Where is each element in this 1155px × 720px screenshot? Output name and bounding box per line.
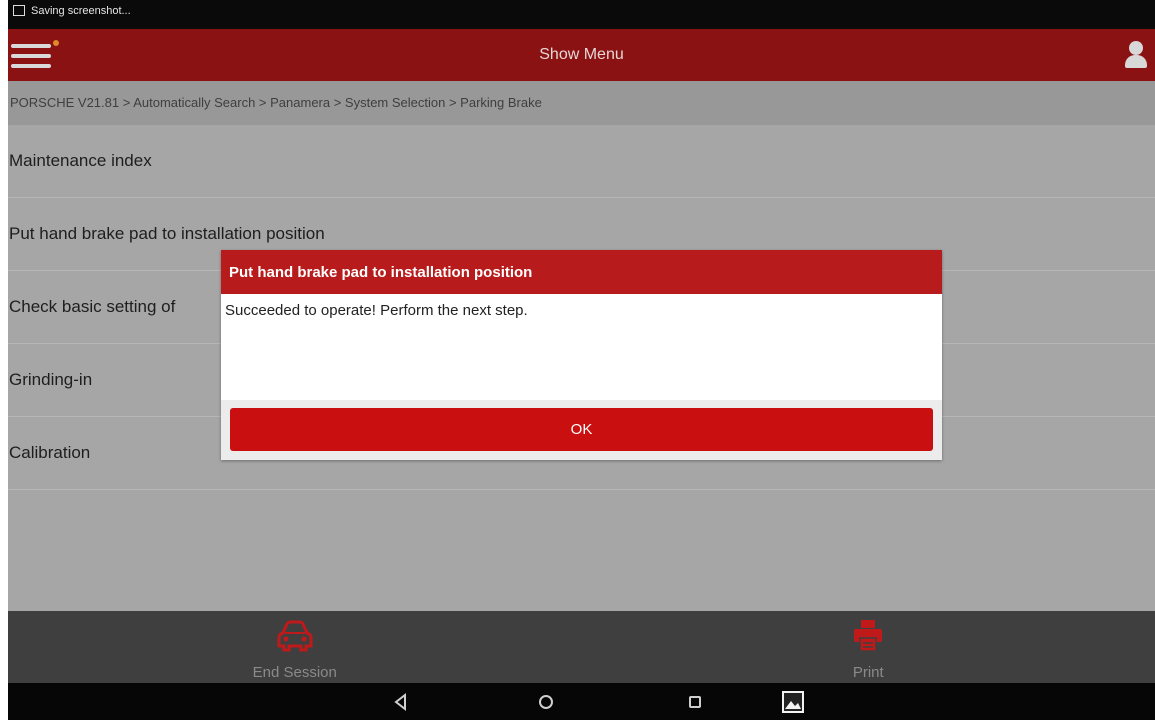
end-session-button[interactable]: End Session bbox=[8, 611, 582, 683]
screenshot-notification-icon bbox=[13, 5, 25, 16]
ok-button[interactable]: OK bbox=[230, 408, 933, 451]
status-bar: Saving screenshot... bbox=[8, 0, 1155, 29]
dialog-title: Put hand brake pad to installation posit… bbox=[221, 250, 942, 294]
printer-icon bbox=[854, 620, 883, 652]
car-icon bbox=[277, 620, 313, 652]
app-screen: Saving screenshot... Show Menu PORSCHE V… bbox=[8, 0, 1155, 720]
print-label: Print bbox=[852, 664, 884, 681]
screenshot-icon[interactable] bbox=[780, 689, 806, 715]
status-notification-text: Saving screenshot... bbox=[31, 4, 131, 17]
dialog-footer: OK bbox=[221, 400, 942, 460]
bottom-toolbar: End Session Print bbox=[8, 611, 1155, 683]
end-session-label: End Session bbox=[252, 664, 337, 681]
recents-icon[interactable] bbox=[682, 689, 708, 715]
home-icon[interactable] bbox=[533, 689, 559, 715]
android-nav-bar bbox=[8, 683, 1155, 720]
back-icon[interactable] bbox=[388, 689, 414, 715]
print-button[interactable]: Print bbox=[582, 611, 1155, 683]
result-dialog: Put hand brake pad to installation posit… bbox=[221, 250, 942, 460]
dialog-message: Succeeded to operate! Perform the next s… bbox=[225, 302, 528, 319]
